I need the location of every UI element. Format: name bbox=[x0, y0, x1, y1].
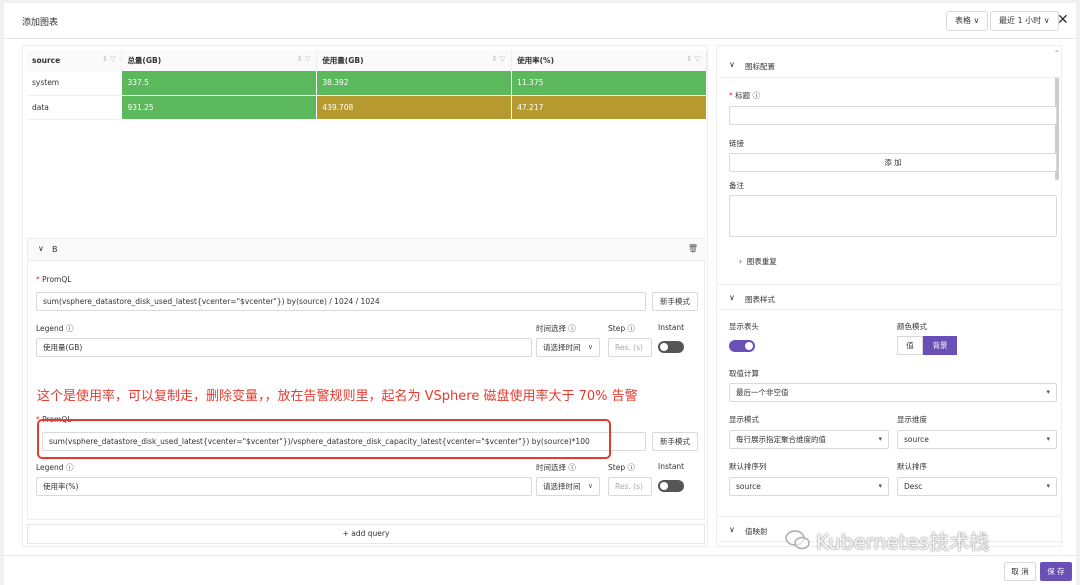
cell-total: 337.5 bbox=[121, 71, 318, 96]
sort-filter-icon[interactable]: ⇕ ▽ bbox=[102, 55, 115, 63]
title-label: * 标题 ⓘ bbox=[729, 91, 761, 100]
column-header-total[interactable]: 总量(GB) ⇕ ▽ bbox=[121, 50, 318, 71]
chevron-down-icon[interactable]: ∨ bbox=[729, 60, 735, 69]
time-label: 时间选择 ⓘ bbox=[536, 463, 576, 472]
sort-filter-icon[interactable]: ⇕ ▽ bbox=[687, 55, 700, 63]
header-bar: 添加图表 表格 ∨ 最近 1 小时 ∨ ✕ bbox=[4, 3, 1076, 39]
time-select[interactable]: 请选择时间 ∨ bbox=[536, 338, 600, 357]
sort-filter-icon[interactable]: ⇕ ▽ bbox=[297, 55, 310, 63]
instant-toggle[interactable] bbox=[658, 480, 684, 492]
table-row: data 931.25 439.708 47.217 bbox=[27, 95, 707, 120]
query-name: B bbox=[52, 245, 58, 254]
sort-order-label: 默认排序 bbox=[897, 462, 927, 471]
cell-total: 931.25 bbox=[121, 95, 318, 120]
wechat-icon bbox=[785, 530, 810, 550]
trash-icon[interactable]: 🗑 bbox=[688, 244, 698, 253]
time-range-select[interactable]: 最近 1 小时 ∨ bbox=[990, 11, 1059, 31]
step-input[interactable]: Res. (s) bbox=[608, 338, 652, 357]
add-query-button[interactable]: + add query bbox=[27, 524, 705, 544]
legend-input[interactable]: 使用率(%) bbox=[36, 477, 532, 496]
section-chart-style[interactable]: ∨ 图表样式 bbox=[717, 284, 1061, 310]
display-dim-label: 显示维度 bbox=[897, 415, 927, 424]
preview-and-query-panel: source ⇕ ▽ 总量(GB) ⇕ ▽ 使用量(GB) ⇕ ▽ 使用率(%) ⇕ ▽… bbox=[22, 45, 708, 547]
cancel-button[interactable]: 取 消 bbox=[1004, 562, 1036, 581]
note-textarea[interactable] bbox=[729, 195, 1057, 237]
chevron-down-icon[interactable]: ∨ bbox=[38, 244, 44, 253]
footer-bar bbox=[4, 555, 1076, 585]
chevron-down-icon[interactable]: ∨ bbox=[729, 293, 735, 302]
novice-mode-button[interactable]: 新手模式 bbox=[652, 292, 698, 311]
annotation-text: 这个是使用率，可以复制走，删除变量，，放在告警规则里，起名为 VSphere 磁… bbox=[37, 389, 638, 404]
column-header-used[interactable]: 使用量(GB) ⇕ ▽ bbox=[316, 50, 513, 71]
legend-input[interactable]: 使用量(GB) bbox=[36, 338, 532, 357]
promql-label: * PromQL bbox=[36, 275, 72, 284]
overlay-toggle[interactable]: › 图表重复 bbox=[739, 256, 777, 267]
watermark: Kubernetes技术栈 bbox=[816, 530, 990, 554]
time-label: 时间选择 ⓘ bbox=[536, 324, 576, 333]
cell-source: system bbox=[27, 71, 123, 96]
section-panel-config[interactable]: ∨ 图标配置 bbox=[717, 52, 1061, 78]
config-panel: ∨ 图标配置 * 标题 ⓘ 链接 添 加 备注 › 图表重复 ∨ 图表样式 显示… bbox=[716, 45, 1062, 547]
column-header-source[interactable]: source ⇕ ▽ bbox=[27, 50, 123, 71]
instant-label: Instant bbox=[658, 323, 685, 332]
display-mode-select[interactable]: 每行展示指定聚合维度的值 ▾ bbox=[729, 430, 889, 449]
sort-col-select[interactable]: source ▾ bbox=[729, 477, 889, 496]
show-header-label: 显示表头 bbox=[729, 322, 759, 331]
cell-used: 38.392 bbox=[316, 71, 513, 96]
table-row: system 337.5 38.392 11.375 bbox=[27, 71, 707, 96]
annotation-highlight-box bbox=[37, 419, 611, 459]
cell-rate: 47.217 bbox=[511, 95, 707, 120]
step-label: Step ⓘ bbox=[608, 463, 635, 472]
dialog: 添加图表 表格 ∨ 最近 1 小时 ∨ ✕ source ⇕ ▽ 总量(GB) ⇕ … bbox=[4, 3, 1076, 585]
cell-rate: 11.375 bbox=[511, 71, 707, 96]
novice-mode-button[interactable]: 新手模式 bbox=[652, 432, 698, 451]
time-select[interactable]: 请选择时间 ∨ bbox=[536, 477, 600, 496]
preview-table: source ⇕ ▽ 总量(GB) ⇕ ▽ 使用量(GB) ⇕ ▽ 使用率(%) ⇕ ▽… bbox=[27, 50, 707, 120]
sort-col-label: 默认排序列 bbox=[729, 462, 767, 471]
cell-used: 439.708 bbox=[316, 95, 513, 120]
legend-label: Legend ⓘ bbox=[36, 463, 74, 472]
show-header-toggle[interactable] bbox=[729, 340, 755, 352]
legend-label: Legend ⓘ bbox=[36, 324, 74, 333]
link-label: 链接 bbox=[729, 139, 744, 148]
chevron-right-icon: › bbox=[739, 257, 742, 266]
step-label: Step ⓘ bbox=[608, 324, 635, 333]
color-mode-value-option[interactable]: 值 bbox=[897, 336, 923, 355]
chevron-down-icon[interactable]: ∨ bbox=[729, 525, 735, 534]
instant-toggle[interactable] bbox=[658, 341, 684, 353]
calc-select[interactable]: 最后一个非空值 ▾ bbox=[729, 383, 1057, 402]
note-label: 备注 bbox=[729, 181, 744, 190]
add-link-button[interactable]: 添 加 bbox=[729, 153, 1057, 172]
column-header-rate[interactable]: 使用率(%) ⇕ ▽ bbox=[511, 50, 707, 71]
sort-filter-icon[interactable]: ⇕ ▽ bbox=[492, 55, 505, 63]
color-mode-label: 颜色模式 bbox=[897, 322, 927, 331]
title-input[interactable] bbox=[729, 106, 1057, 125]
close-icon[interactable]: ✕ bbox=[1057, 11, 1069, 29]
view-type-select[interactable]: 表格 ∨ bbox=[946, 11, 989, 31]
query-panel-b: ∨ B 🗑 * PromQL sum(vsphere_datastore_dis… bbox=[27, 238, 706, 520]
sort-order-select[interactable]: Desc ▾ bbox=[897, 477, 1057, 496]
query-header[interactable]: ∨ B 🗑 bbox=[28, 239, 706, 261]
instant-label: Instant bbox=[658, 462, 685, 471]
color-mode-bg-option[interactable]: 背景 bbox=[923, 336, 957, 355]
cell-source: data bbox=[27, 95, 123, 120]
save-button[interactable]: 保 存 bbox=[1040, 562, 1072, 581]
promql-input[interactable]: sum(vsphere_datastore_disk_used_latest{v… bbox=[36, 292, 646, 311]
step-input[interactable]: Res. (s) bbox=[608, 477, 652, 496]
display-mode-label: 显示模式 bbox=[729, 415, 759, 424]
display-dim-select[interactable]: source ▾ bbox=[897, 430, 1057, 449]
calc-label: 取值计算 bbox=[729, 369, 759, 378]
dialog-title: 添加图表 bbox=[22, 18, 59, 28]
